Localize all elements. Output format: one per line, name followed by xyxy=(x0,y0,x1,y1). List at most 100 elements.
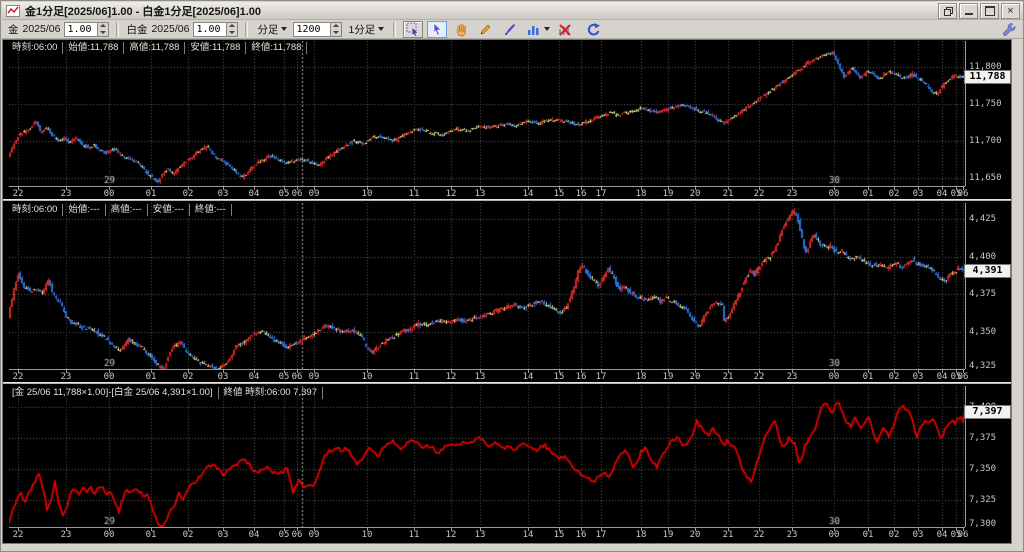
y-axis-label: 11,650 xyxy=(969,173,1002,183)
header-close-time: 終値 時刻:06:00 7,397 xyxy=(219,387,323,399)
x-axis-label: 16 xyxy=(576,189,587,199)
x-axis-label: 09 xyxy=(309,372,320,382)
pencil-tool-button[interactable] xyxy=(475,21,495,38)
interval-dropdown[interactable]: 1分足 xyxy=(346,22,386,37)
x-axis-label: 03 xyxy=(913,372,924,382)
platinum-ohlc-header: 時刻:06:00 始値:--- 高値:--- 安値:--- 終値:--- xyxy=(7,204,232,216)
x-axis-label: 15 xyxy=(554,189,565,199)
bar-count-spinner[interactable] xyxy=(293,22,342,37)
platinum-multiplier-input[interactable] xyxy=(194,23,226,36)
spread-chart-canvas[interactable] xyxy=(9,386,965,527)
x-axis-label: 00 xyxy=(829,372,840,382)
x-axis-label: 17 xyxy=(596,372,607,382)
x-axis-label: 18 xyxy=(636,189,647,199)
x-axis-label: 21 xyxy=(723,530,734,540)
chart-type-button[interactable] xyxy=(523,21,543,38)
spread-formula-header: [金 25/06 11,788×1.00]-[白金 25/06 4,391×1.… xyxy=(7,387,323,399)
y-axis-label: 11,700 xyxy=(969,136,1002,146)
pointer-tool-button[interactable] xyxy=(427,21,447,38)
header-formula: [金 25/06 11,788×1.00]-[白金 25/06 4,391×1.… xyxy=(7,387,219,399)
x-axis-label: 05 xyxy=(279,189,290,199)
bar-chart-icon xyxy=(526,22,541,37)
spread-current-price-box: 7,397 xyxy=(964,405,1011,419)
gold-chart-canvas[interactable] xyxy=(9,41,965,186)
header-high: 高値:11,788 xyxy=(124,42,185,54)
x-axis-label: 06 xyxy=(292,372,303,382)
hand-tool-button[interactable] xyxy=(451,21,471,38)
chart-type-dropdown-icon[interactable] xyxy=(544,27,550,31)
header-low: 安値:--- xyxy=(148,204,190,216)
x-axis-label: 21 xyxy=(723,189,734,199)
toolbar-separator xyxy=(393,22,396,37)
x-axis-label: 02 xyxy=(183,372,194,382)
close-button[interactable]: × xyxy=(1001,3,1020,19)
x-axis-label: 11 xyxy=(409,189,420,199)
app-window: 金1分足[2025/06]1.00 - 白金1分足[2025/06]1.00 ×… xyxy=(0,0,1024,552)
x-axis-label: 01 xyxy=(146,372,157,382)
delete-chart-button[interactable] xyxy=(554,21,574,38)
x-axis-label: 16 xyxy=(576,530,587,540)
y-axis-label: 4,375 xyxy=(969,289,996,299)
toolbar: 金 2025/06 白金 2025/06 分足 1分足 xyxy=(2,20,1024,39)
x-axis-label: 19 xyxy=(663,372,674,382)
x-axis-label: 01 xyxy=(146,530,157,540)
spin-down-icon[interactable] xyxy=(331,29,341,36)
x-axis-label: 04 xyxy=(249,530,260,540)
gold-multiplier-input[interactable] xyxy=(65,23,97,36)
float-window-button[interactable] xyxy=(938,3,957,19)
x-axis-label: 00 xyxy=(829,530,840,540)
x-axis-label: 04 xyxy=(937,530,948,540)
y-axis-label: 7,375 xyxy=(969,433,996,443)
x-axis-label: 23 xyxy=(61,189,72,199)
x-axis-label: 10 xyxy=(362,530,373,540)
hand-icon xyxy=(454,22,469,37)
header-open: 始値:--- xyxy=(63,204,105,216)
gold-time-axis: 2223000102030405060910111213141516171819… xyxy=(9,186,965,200)
gold-multiplier-spinner[interactable] xyxy=(64,22,109,37)
settings-wrench-button[interactable] xyxy=(998,21,1018,38)
spin-down-icon[interactable] xyxy=(98,29,108,36)
brush-icon xyxy=(502,22,517,37)
window-title: 金1分足[2025/06]1.00 - 白金1分足[2025/06]1.00 xyxy=(25,3,261,19)
gold-contract-month: 2025/06 xyxy=(23,23,61,35)
spin-down-icon[interactable] xyxy=(227,29,237,36)
bar-count-input[interactable] xyxy=(294,23,330,36)
y-axis-label: 4,425 xyxy=(969,214,996,224)
pane-splitter[interactable] xyxy=(3,199,1011,201)
y-axis-label: 7,300 xyxy=(969,519,996,529)
x-axis-label: 20 xyxy=(690,530,701,540)
x-axis-label: 14 xyxy=(523,372,534,382)
x-axis-label: 00 xyxy=(104,372,115,382)
pane-splitter[interactable] xyxy=(3,382,1011,384)
x-axis-label: 20 xyxy=(690,189,701,199)
x-axis-label: 18 xyxy=(636,372,647,382)
x-axis-label: 03 xyxy=(218,189,229,199)
x-axis-label: 12 xyxy=(446,372,457,382)
x-axis-label: 04 xyxy=(249,372,260,382)
platinum-price-axis: 4,4254,4004,3754,3504,325 xyxy=(965,203,1010,369)
header-low: 安値:11,788 xyxy=(185,42,246,54)
refresh-button[interactable] xyxy=(583,21,603,38)
x-axis-label: 23 xyxy=(61,530,72,540)
platinum-contract-month: 2025/06 xyxy=(151,23,189,35)
y-axis-label: 4,400 xyxy=(969,252,996,262)
x-axis-label: 22 xyxy=(13,189,24,199)
chevron-down-icon xyxy=(281,27,287,31)
pencil-icon xyxy=(478,22,493,37)
chevron-down-icon xyxy=(378,27,384,31)
x-axis-label: 05 xyxy=(279,530,290,540)
x-axis-label: 04 xyxy=(249,189,260,199)
select-box-icon xyxy=(406,22,421,37)
header-close: 終値:11,788 xyxy=(246,42,307,54)
maximize-button[interactable] xyxy=(980,3,999,19)
y-axis-label: 7,325 xyxy=(969,495,996,505)
x-axis-label: 22 xyxy=(754,189,765,199)
minimize-button[interactable] xyxy=(959,3,978,19)
x-axis-label: 21 xyxy=(723,372,734,382)
platinum-multiplier-spinner[interactable] xyxy=(193,22,238,37)
select-box-tool-button[interactable] xyxy=(403,21,423,38)
brush-tool-button[interactable] xyxy=(499,21,519,38)
platinum-chart-canvas[interactable] xyxy=(9,203,965,369)
bar-type-dropdown[interactable]: 分足 xyxy=(255,22,289,37)
header-time: 時刻:06:00 xyxy=(7,42,63,54)
